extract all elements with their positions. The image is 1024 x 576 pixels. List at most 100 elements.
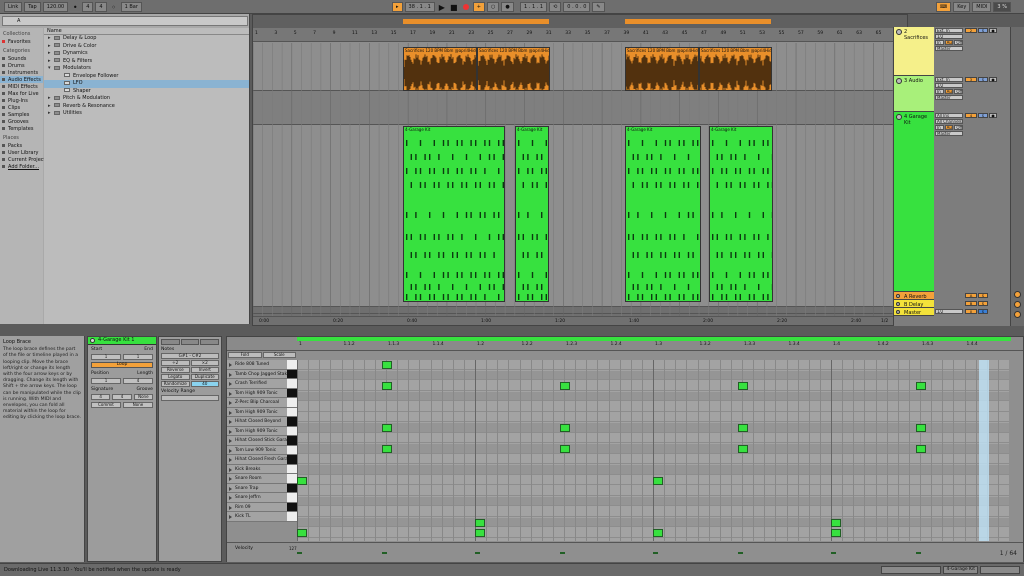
- piano-key[interactable]: [287, 426, 297, 436]
- sidebar-item-category[interactable]: Instruments: [0, 69, 43, 76]
- monitor-in-button[interactable]: In: [935, 125, 944, 130]
- play-lane-icon[interactable]: [229, 401, 232, 405]
- drum-lane-label[interactable]: Tom Low 909 Tonic: [227, 445, 287, 455]
- midi-clip[interactable]: 4-Garage Kit: [403, 126, 505, 302]
- play-lane-icon[interactable]: [229, 467, 232, 472]
- solo-button[interactable]: S: [978, 293, 988, 298]
- drum-lane-label[interactable]: Rim 09: [227, 502, 287, 512]
- piano-key[interactable]: [287, 379, 297, 389]
- monitor-off-button[interactable]: Off: [954, 125, 964, 130]
- browser-item[interactable]: LFO: [44, 80, 249, 88]
- drum-lane-label[interactable]: Ride 808 Tuned: [227, 360, 287, 370]
- play-lane-icon[interactable]: [229, 515, 232, 519]
- overdub-button[interactable]: +: [472, 2, 485, 12]
- velocity-marker[interactable]: [653, 552, 658, 554]
- velocity-lane[interactable]: Velocity 127: [227, 542, 1023, 562]
- velocity-marker[interactable]: [297, 552, 302, 554]
- arrangement-position[interactable]: 38 . 1 . 1: [404, 2, 435, 12]
- follow-button[interactable]: ▸: [392, 2, 403, 12]
- note-range-field[interactable]: G#1 - C#2: [161, 353, 219, 359]
- browser-item[interactable]: ▸ Reverb & Resonance: [44, 103, 249, 111]
- drum-lane-label[interactable]: Kick Breaks: [227, 464, 287, 474]
- piano-key[interactable]: [287, 436, 297, 446]
- play-lane-icon[interactable]: [229, 363, 232, 367]
- return-activator-button[interactable]: B: [965, 301, 977, 306]
- piano-key[interactable]: [287, 512, 297, 522]
- piano-key[interactable]: [287, 455, 297, 465]
- clip-name-field[interactable]: 4-Garage Kit 1: [88, 337, 156, 345]
- scale-selector[interactable]: None: [123, 402, 153, 408]
- track-activator-icon[interactable]: [896, 29, 902, 35]
- monitor-off-button[interactable]: Off: [954, 89, 964, 94]
- commit-button[interactable]: Commit: [91, 402, 121, 408]
- piano-keys[interactable]: [287, 360, 297, 522]
- midi-note[interactable]: [559, 445, 570, 453]
- note-grid[interactable]: [297, 360, 1009, 541]
- arm-button[interactable]: ●: [989, 113, 997, 118]
- piano-key[interactable]: [287, 417, 297, 427]
- audio-clip[interactable]: Sacrifices 120 BPM Bbm @apri4Hide: [699, 47, 772, 91]
- tab-envelopes[interactable]: [200, 339, 220, 345]
- play-lane-icon[interactable]: [229, 410, 232, 415]
- play-lane-icon[interactable]: [229, 391, 232, 396]
- play-lane-icon[interactable]: [229, 372, 232, 377]
- start-field[interactable]: 1: [91, 354, 121, 360]
- midi-note[interactable]: [559, 382, 570, 390]
- input-type-selector[interactable]: Ext. In: [935, 77, 963, 82]
- key-map-button[interactable]: Key: [953, 2, 971, 12]
- sidebar-item-place[interactable]: Add Folder...: [0, 163, 43, 170]
- randomize-amount[interactable]: 40: [190, 381, 219, 387]
- sidebar-item-category[interactable]: Clips: [0, 104, 43, 111]
- browser-item[interactable]: ▸ Delay & Loop: [44, 35, 249, 43]
- play-lane-icon[interactable]: [229, 448, 232, 453]
- drum-lane-label[interactable]: Z-Perc Blip Charcoal: [227, 398, 287, 408]
- return-track-header[interactable]: Master: [894, 308, 934, 316]
- drum-lane-label[interactable]: Kick TL: [227, 512, 287, 522]
- piano-key[interactable]: [287, 474, 297, 484]
- editor-ruler[interactable]: 1 1.1.2 1.1.3 1.1.4 1.2 1.2.2 1.2.3 1.2.4 1.3 1.3…: [227, 337, 1023, 351]
- monitor-in-button[interactable]: In: [935, 89, 944, 94]
- sidebar-item-category[interactable]: Drums: [0, 62, 43, 69]
- drum-lane-label[interactable]: Hihat Closed Fresh Garage: [227, 455, 287, 465]
- sidebar-item-category[interactable]: Audio Effects: [0, 76, 43, 83]
- midi-note[interactable]: [737, 382, 748, 390]
- return-activator-button[interactable]: 0: [965, 309, 977, 314]
- midi-clip[interactable]: 4-Garage Kit: [709, 126, 773, 302]
- piano-key[interactable]: [287, 360, 297, 370]
- track-activator-icon[interactable]: [896, 78, 902, 84]
- audio-clip[interactable]: Sacrifices 120 BPM Bbm @apri4Hide: [403, 47, 477, 91]
- drum-lane-label[interactable]: Hihat Closed Beyond: [227, 417, 287, 427]
- piano-key[interactable]: [287, 493, 297, 503]
- play-lane-icon[interactable]: [229, 496, 232, 500]
- midi-note[interactable]: [737, 445, 748, 453]
- midi-note[interactable]: [297, 476, 307, 485]
- sends-toggle-icon[interactable]: [1014, 311, 1021, 318]
- monitor-off-button[interactable]: Off: [954, 40, 964, 45]
- velocity-marker[interactable]: [737, 552, 743, 554]
- browser-item[interactable]: ▸ Pitch & Modulation: [44, 95, 249, 103]
- clip-activator-icon[interactable]: [90, 338, 95, 343]
- track-activator-icon[interactable]: [896, 302, 900, 306]
- midi-note[interactable]: [653, 476, 663, 485]
- halve-button[interactable]: ÷2: [161, 360, 190, 366]
- piano-key[interactable]: [287, 407, 297, 417]
- loop-button[interactable]: Loop: [91, 362, 153, 368]
- loop-length-field[interactable]: 0 . 0 . 0: [563, 2, 591, 12]
- input-type-selector[interactable]: Ext. In: [935, 28, 963, 33]
- loop-brace[interactable]: [297, 337, 1011, 341]
- midi-note[interactable]: [915, 445, 926, 453]
- browser-column-header[interactable]: Name: [44, 28, 249, 35]
- midi-map-button[interactable]: MIDI: [972, 2, 992, 12]
- loop-start-field[interactable]: 1 . 1 . 1: [520, 2, 548, 12]
- tempo-field[interactable]: 120.00: [42, 2, 69, 12]
- sidebar-item-category[interactable]: Plug-Ins: [0, 97, 43, 104]
- browser-item[interactable]: ▸ Utilities: [44, 110, 249, 118]
- return-track-header[interactable]: B Delay: [894, 300, 934, 308]
- bar-ruler[interactable]: 1 3 5 7 9 11 13 15 17 19 21 23 25 27 29 31 33 35 37 39 41 43 4…: [253, 28, 907, 42]
- monitor-auto-button[interactable]: Auto: [944, 40, 954, 45]
- audio-clip[interactable]: Sacrifices 120 BPM Bbm @apri4Hide: [477, 47, 550, 91]
- track-activator-button[interactable]: 4: [965, 113, 977, 118]
- draw-mode-button[interactable]: ✎: [592, 2, 605, 12]
- io-toggle-icon[interactable]: [1014, 301, 1021, 308]
- computer-keyboard-button[interactable]: ⌨: [936, 2, 952, 12]
